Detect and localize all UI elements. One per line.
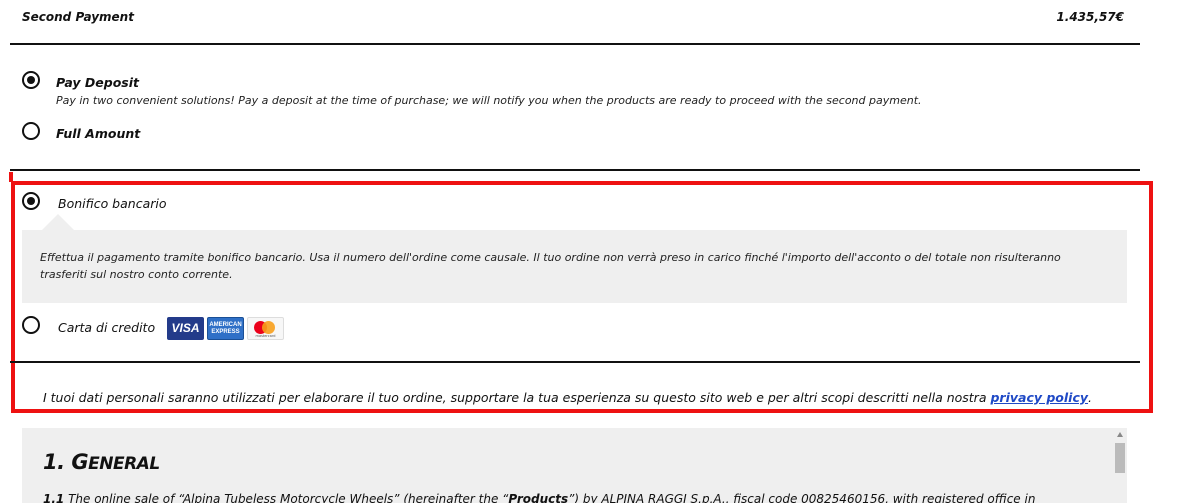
amex-line1: AMERICAN [209,322,242,328]
full-amount-radio[interactable] [22,122,40,140]
privacy-text: I tuoi dati personali saranno utilizzati… [43,390,991,405]
credit-card-radio[interactable] [22,316,40,334]
divider [10,169,1140,171]
terms-scrollbar[interactable] [1113,428,1127,503]
scroll-up-arrow-icon[interactable] [1117,432,1123,437]
mastercard-orange-circle [262,321,275,334]
visa-icon: VISA [167,317,204,340]
full-amount-title: Full Amount [56,126,141,141]
terms-paragraph-bold: Products [508,492,569,503]
privacy-end: . [1088,390,1093,405]
terms-paragraph-number: 1.1 [43,492,65,503]
pay-deposit-description: Pay in two convenient solutions! Pay a d… [56,94,922,107]
pay-deposit-title: Pay Deposit [56,75,140,90]
info-box-arrow [42,214,74,230]
terms-paragraph-text-b: ”) by ALPINA RAGGI S.p.A., fiscal code 0… [568,492,1036,503]
terms-paragraph: 1.1 The online sale of “Alpina Tubeless … [43,492,1035,503]
second-payment-amount: 1.435,57€ [1056,10,1124,24]
bank-transfer-radio[interactable] [22,192,40,210]
divider [10,361,1140,363]
terms-heading-rest: ENERAL [88,454,160,474]
terms-heading: 1. GENERAL [43,450,160,474]
second-payment-row: Second Payment 1.435,57€ [22,10,1124,26]
privacy-notice: I tuoi dati personali saranno utilizzati… [43,390,1092,405]
mastercard-wordmark: mastercard [255,334,276,338]
bank-transfer-info: Effettua il pagamento tramite bonifico b… [22,230,1127,303]
amex-line2: EXPRESS [211,329,240,335]
pay-deposit-radio[interactable] [22,71,40,89]
scroll-thumb[interactable] [1115,443,1125,473]
privacy-policy-link[interactable]: privacy policy [990,390,1088,405]
terms-heading-number: 1. G [43,450,89,474]
terms-paragraph-text-a: The online sale of “Alpina Tubeless Moto… [64,492,509,503]
terms-panel[interactable]: 1. GENERAL 1.1 The online sale of “Alpin… [22,428,1127,503]
bank-transfer-label[interactable]: Bonifico bancario [58,196,167,211]
mastercard-icon: mastercard [247,317,284,340]
divider [10,43,1140,45]
credit-card-label[interactable]: Carta di credito [58,320,155,335]
amex-icon: AMERICAN EXPRESS [207,317,244,340]
second-payment-label: Second Payment [22,10,134,24]
